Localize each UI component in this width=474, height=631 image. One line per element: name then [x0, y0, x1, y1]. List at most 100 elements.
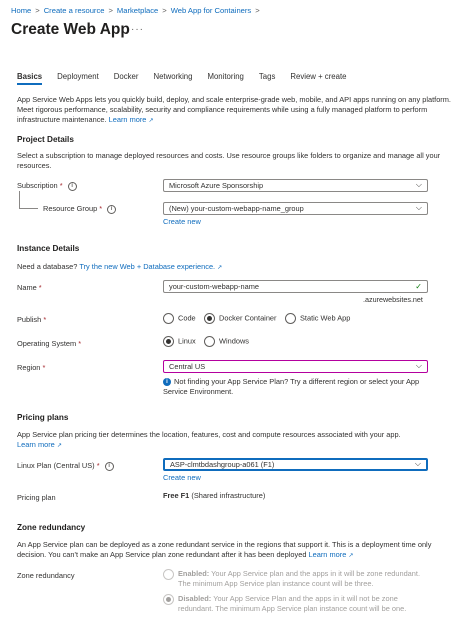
- os-label: Operating System *: [17, 339, 81, 348]
- publish-option-label: Static Web App: [300, 313, 351, 323]
- subscription-label: Subscription * i: [17, 181, 77, 191]
- required-marker: *: [38, 283, 42, 292]
- chevron-down-icon: ⌵: [415, 361, 422, 370]
- breadcrumb: Home > Create a resource > Marketplace > Web A…: [11, 6, 264, 15]
- tab-docker[interactable]: Docker: [114, 72, 139, 85]
- intro-learn-more-link[interactable]: Learn more: [109, 115, 147, 124]
- os-option-windows[interactable]: Windows: [204, 336, 249, 347]
- os-option-label: Windows: [219, 336, 249, 346]
- radio-button[interactable]: [204, 336, 215, 347]
- radio-button[interactable]: [285, 313, 296, 324]
- subscription-label-text: Subscription: [17, 181, 58, 190]
- publish-option-label: Docker Container: [219, 313, 277, 323]
- tab-review-create[interactable]: Review + create: [290, 72, 346, 85]
- region-label-text: Region: [17, 363, 41, 372]
- breadcrumb-separator: >: [35, 6, 40, 15]
- breadcrumb-create-resource[interactable]: Create a resource: [44, 6, 105, 15]
- radio-button[interactable]: [163, 313, 174, 324]
- publish-option-static[interactable]: Static Web App: [285, 313, 350, 324]
- radio-button[interactable]: [204, 313, 215, 324]
- pricing-learn-more-link[interactable]: Learn more: [17, 440, 55, 449]
- pricing-description: App Service plan pricing tier determines…: [17, 430, 457, 451]
- zone-enabled-option: Enabled: Your App Service plan and the a…: [178, 569, 423, 589]
- radio-button[interactable]: [163, 336, 174, 347]
- pricing-plans-heading: Pricing plans: [17, 413, 69, 422]
- tab-deployment[interactable]: Deployment: [57, 72, 99, 85]
- info-icon[interactable]: i: [107, 204, 117, 214]
- breadcrumb-marketplace[interactable]: Marketplace: [117, 6, 158, 15]
- zone-enabled-description: Your App Service plan and the apps in it…: [178, 569, 421, 589]
- chevron-down-icon: ⌵: [415, 203, 422, 212]
- zone-redundancy-label: Zone redundancy: [17, 571, 75, 580]
- zone-disabled-description: Your App Service Plan and the apps in it…: [178, 594, 407, 614]
- database-prompt: Need a database? Try the new Web + Datab…: [17, 262, 222, 271]
- region-note-text: Not finding your App Service Plan? Try a…: [163, 377, 420, 396]
- name-label-text: Name: [17, 283, 37, 292]
- page-title: Create Web App: [11, 21, 130, 38]
- web-database-link[interactable]: Try the new Web + Database experience.: [79, 262, 215, 271]
- zone-disabled-radio: [163, 594, 178, 605]
- linux-plan-value: ASP-clmtbdashgroup-a061 (F1): [170, 460, 275, 469]
- external-link-icon: ↗: [56, 443, 62, 450]
- project-details-description: Select a subscription to manage deployed…: [17, 151, 441, 171]
- publish-option-code[interactable]: Code: [163, 313, 196, 324]
- chevron-down-icon: ⌵: [414, 459, 421, 468]
- publish-label: Publish *: [17, 315, 46, 324]
- name-label: Name *: [17, 283, 42, 292]
- resource-group-dropdown[interactable]: (New) your-custom-webapp-name_group ⌵: [163, 202, 428, 215]
- more-options-button[interactable]: ···: [131, 24, 144, 35]
- resource-group-label-text: Resource Group: [43, 204, 98, 213]
- linux-plan-label-text: Linux Plan (Central US): [17, 461, 95, 470]
- project-details-heading: Project Details: [17, 135, 74, 144]
- external-link-icon: ↗: [148, 118, 154, 125]
- tab-basics[interactable]: Basics: [17, 72, 43, 85]
- subscription-value: Microsoft Azure Sponsorship: [169, 181, 264, 190]
- os-option-label: Linux: [178, 336, 196, 346]
- name-value: your-custom-webapp-name: [169, 282, 259, 291]
- region-dropdown[interactable]: Central US ⌵: [163, 360, 428, 373]
- create-new-plan-link[interactable]: Create new: [163, 473, 201, 482]
- pricing-plan-value: Free F1 (Shared infrastructure): [163, 491, 265, 500]
- info-icon[interactable]: i: [104, 461, 114, 471]
- intro-text: App Service Web Apps lets you quickly bu…: [17, 95, 457, 127]
- required-marker: *: [99, 204, 103, 213]
- publish-label-text: Publish: [17, 315, 42, 324]
- tab-networking[interactable]: Networking: [153, 72, 192, 85]
- checkmark-icon: ✓: [415, 282, 422, 291]
- linux-plan-label: Linux Plan (Central US) * i: [17, 461, 114, 471]
- tab-tags[interactable]: Tags: [259, 72, 275, 85]
- resource-group-value: (New) your-custom-webapp-name_group: [169, 204, 304, 213]
- required-marker: *: [43, 315, 47, 324]
- create-new-resource-group-link[interactable]: Create new: [163, 217, 201, 226]
- info-icon[interactable]: i: [67, 181, 77, 191]
- breadcrumb-separator: >: [255, 6, 260, 15]
- zone-redundancy-heading: Zone redundancy: [17, 523, 86, 532]
- breadcrumb-web-app-containers[interactable]: Web App for Containers: [171, 6, 251, 15]
- required-marker: *: [59, 181, 63, 190]
- pricing-tier-description: (Shared infrastructure): [191, 491, 266, 500]
- need-database-text: Need a database?: [17, 262, 78, 271]
- tree-connector: [19, 191, 38, 209]
- zone-description-text: An App Service plan can be deployed as a…: [17, 540, 432, 560]
- os-label-text: Operating System: [17, 339, 77, 348]
- publish-option-docker[interactable]: Docker Container: [204, 313, 277, 324]
- subscription-dropdown[interactable]: Microsoft Azure Sponsorship ⌵: [163, 179, 428, 192]
- required-marker: *: [96, 461, 100, 470]
- breadcrumb-home[interactable]: Home: [11, 6, 31, 15]
- pricing-tier: Free F1: [163, 491, 190, 500]
- name-input[interactable]: your-custom-webapp-name ✓: [163, 280, 428, 293]
- linux-plan-dropdown[interactable]: ASP-clmtbdashgroup-a061 (F1) ⌵: [163, 458, 428, 471]
- zone-enabled-radio: [163, 569, 178, 580]
- radio-button: [163, 594, 174, 605]
- region-info-note: i Not finding your App Service Plan? Try …: [163, 377, 438, 397]
- pricing-plan-label: Pricing plan: [17, 493, 56, 502]
- publish-option-label: Code: [178, 313, 196, 323]
- tab-monitoring[interactable]: Monitoring: [207, 72, 243, 85]
- region-value: Central US: [169, 362, 206, 371]
- zone-learn-more-link[interactable]: Learn more: [309, 550, 347, 559]
- external-link-icon: ↗: [348, 553, 354, 560]
- zone-enabled-title: Enabled:: [178, 569, 210, 578]
- chevron-down-icon: ⌵: [415, 180, 422, 189]
- instance-details-heading: Instance Details: [17, 244, 80, 253]
- os-option-linux[interactable]: Linux: [163, 336, 196, 347]
